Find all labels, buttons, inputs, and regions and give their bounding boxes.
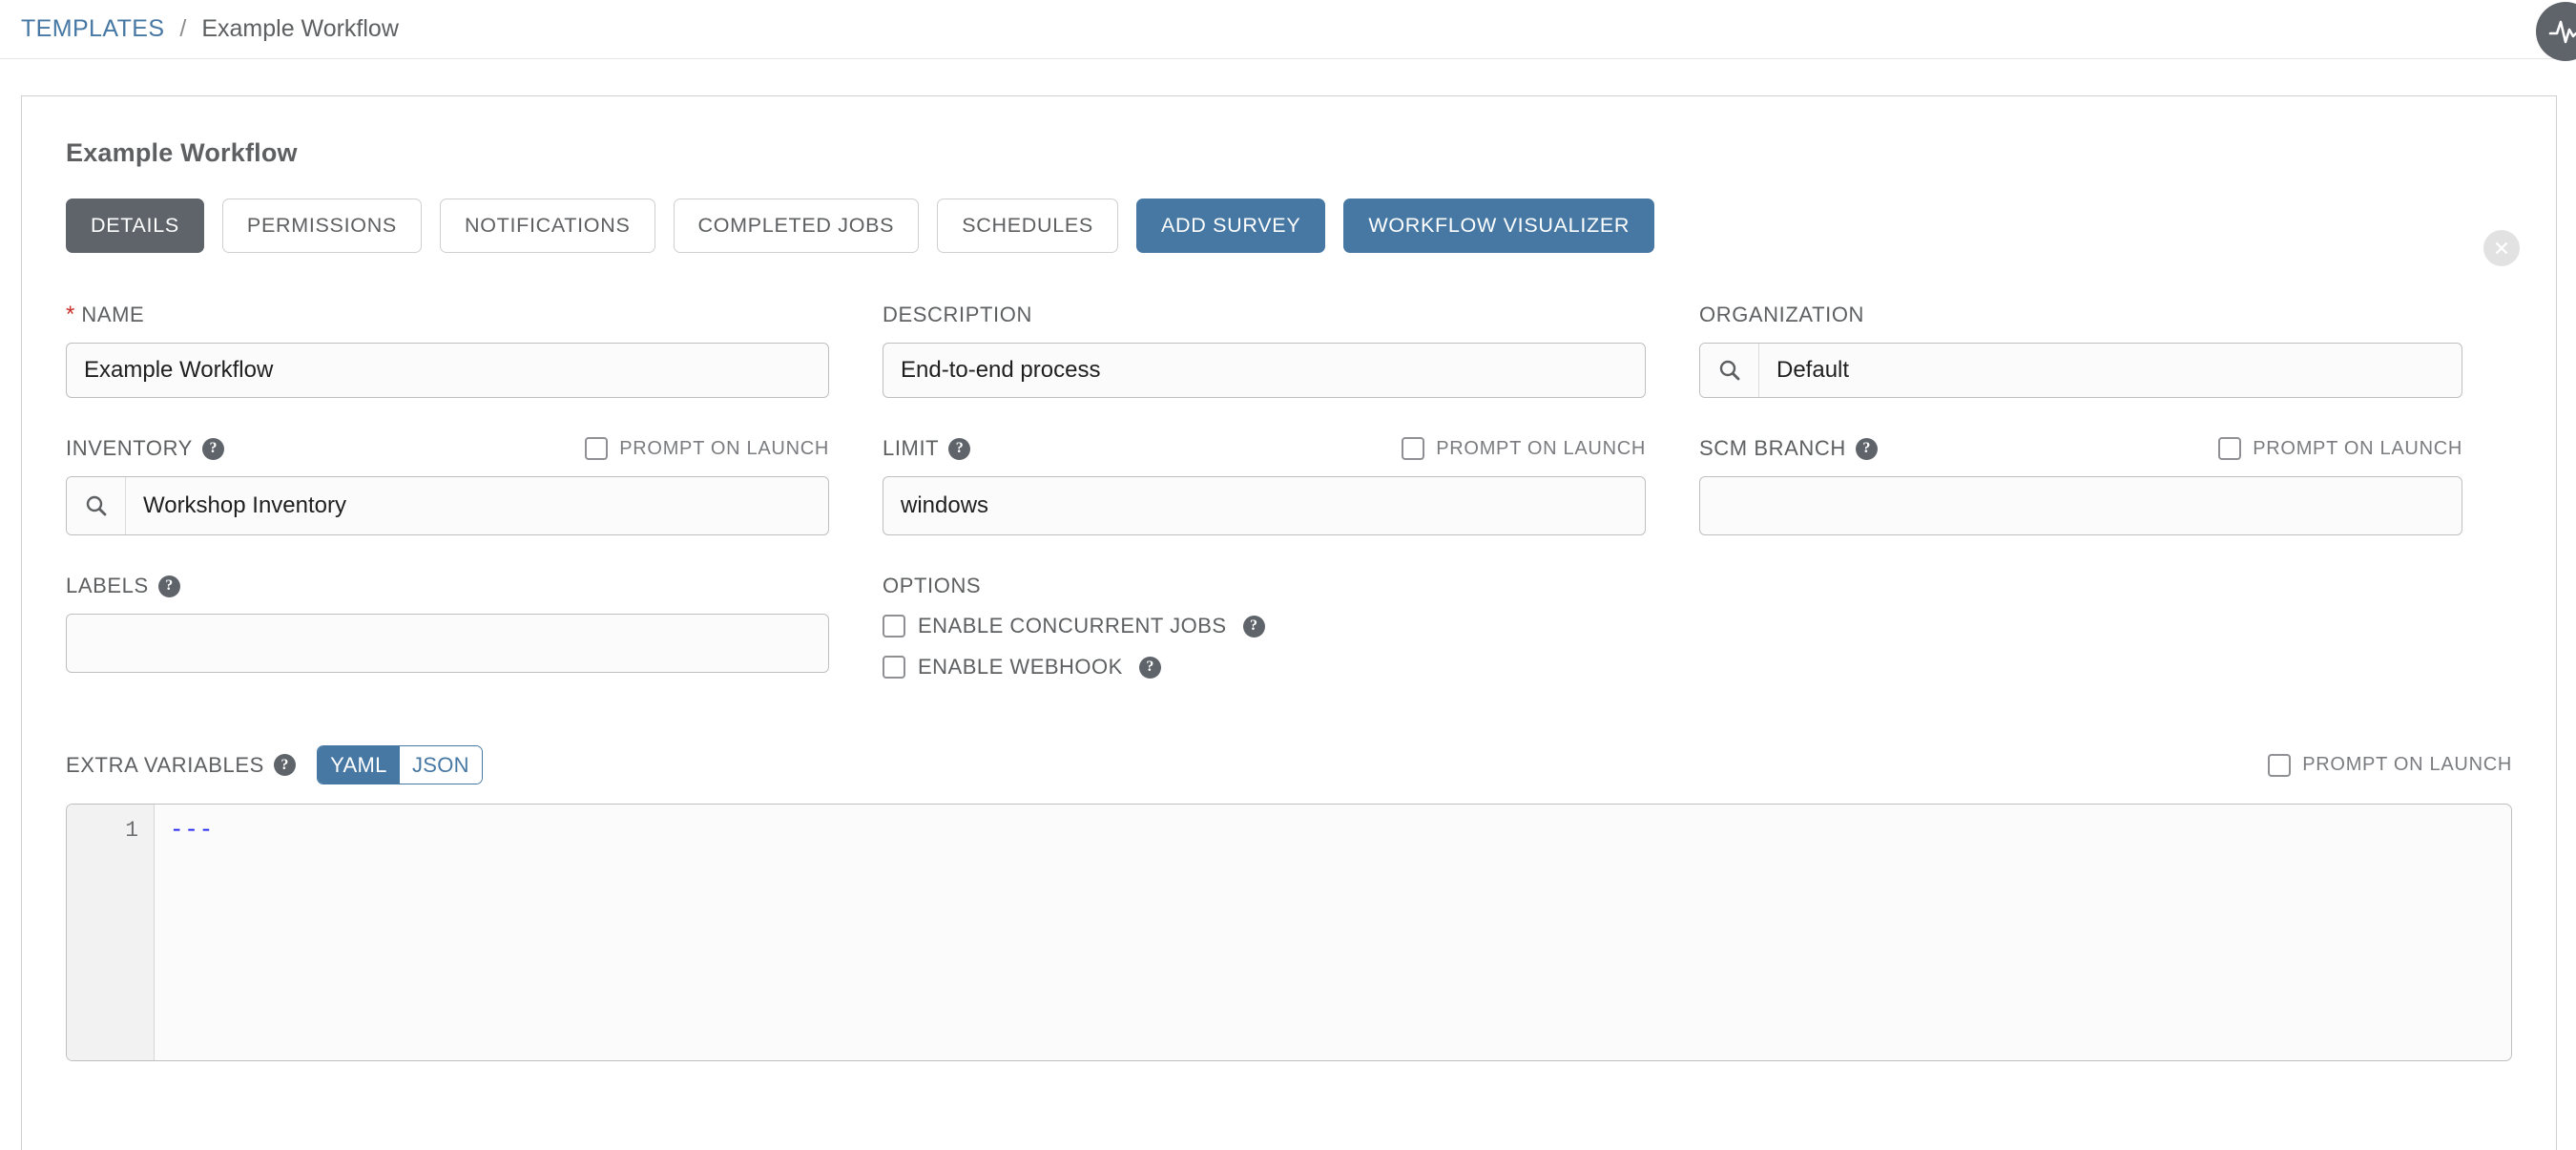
inventory-prompt-label: PROMPT ON LAUNCH — [619, 437, 829, 459]
name-label: NAME — [81, 303, 145, 326]
enable-webhook-checkbox[interactable] — [883, 656, 905, 679]
help-icon[interactable]: ? — [1138, 656, 1161, 679]
options-group: OPTIONS ENABLE CONCURRENT JOBS ? ENABLE … — [883, 572, 1646, 696]
enable-concurrent-jobs-label: ENABLE CONCURRENT JOBS — [918, 614, 1227, 638]
tab-permissions[interactable]: PERMISSIONS — [221, 199, 422, 253]
help-icon[interactable]: ? — [1242, 615, 1265, 638]
options-label: OPTIONS — [883, 574, 982, 597]
name-input[interactable] — [66, 343, 829, 398]
description-label-line: DESCRIPTION — [883, 301, 1646, 329]
limit-input[interactable] — [883, 476, 1646, 535]
extra-variables-label: EXTRA VARIABLES — [66, 752, 264, 777]
tab-completed-jobs[interactable]: COMPLETED JOBS — [673, 199, 920, 253]
scm-branch-prompt-label: PROMPT ON LAUNCH — [2253, 437, 2462, 459]
extra-variables-prompt-checkbox[interactable] — [2268, 753, 2292, 777]
field-limit: LIMIT ? PROMPT ON LAUNCH — [883, 434, 1646, 535]
scm-branch-prompt-on-launch[interactable]: PROMPT ON LAUNCH — [2218, 437, 2462, 460]
search-icon[interactable] — [1700, 344, 1759, 397]
breadcrumb-separator: / — [179, 15, 187, 42]
extra-variables-prompt-on-launch[interactable]: PROMPT ON LAUNCH — [2268, 753, 2512, 777]
format-json-button[interactable]: JSON — [399, 746, 482, 784]
extra-variables-header: EXTRA VARIABLES ? YAML JSON PROMPT ON LA… — [66, 745, 2512, 784]
field-inventory: INVENTORY ? PROMPT ON LAUNCH — [66, 434, 829, 535]
field-scm-branch: SCM BRANCH ? PROMPT ON LAUNCH — [1699, 434, 2462, 535]
organization-lookup — [1699, 343, 2462, 398]
organization-label: ORGANIZATION — [1699, 303, 1865, 326]
scm-branch-input[interactable] — [1699, 476, 2462, 535]
field-labels: LABELS ? — [66, 572, 829, 696]
extra-variables-format-toggle: YAML JSON — [316, 745, 483, 784]
breadcrumb-bar: TEMPLATES / Example Workflow — [0, 0, 2576, 61]
format-yaml-button[interactable]: YAML — [317, 746, 400, 784]
form-row-3-empty-column — [1699, 572, 2462, 696]
inventory-label-line: INVENTORY ? PROMPT ON LAUNCH — [66, 434, 829, 463]
required-marker: * — [66, 302, 75, 327]
close-icon[interactable] — [2483, 230, 2520, 266]
limit-prompt-checkbox[interactable] — [1402, 437, 1425, 460]
tab-notifications[interactable]: NOTIFICATIONS — [439, 199, 655, 253]
organization-input[interactable] — [1759, 344, 2462, 397]
extra-variables-editor[interactable]: 1 --- — [66, 804, 2512, 1061]
limit-label: LIMIT — [883, 436, 940, 460]
workflow-visualizer-button[interactable]: WORKFLOW VISUALIZER — [1343, 199, 1655, 253]
breadcrumb-templates-link[interactable]: TEMPLATES — [21, 15, 164, 43]
enable-concurrent-jobs-checkbox[interactable] — [883, 615, 905, 638]
form-row-3: LABELS ? OPTIONS ENABLE CONCURRENT JOBS … — [66, 572, 2512, 696]
editor-content[interactable]: --- — [155, 805, 2511, 1060]
name-label-line: * NAME — [66, 301, 829, 329]
option-enable-webhook[interactable]: ENABLE WEBHOOK ? — [883, 655, 1646, 680]
extra-variables-prompt-label: PROMPT ON LAUNCH — [2302, 754, 2512, 775]
limit-prompt-on-launch[interactable]: PROMPT ON LAUNCH — [1402, 437, 1646, 460]
enable-webhook-label: ENABLE WEBHOOK — [918, 655, 1123, 679]
card-header: Example Workflow — [22, 96, 2556, 168]
extra-variables-section: EXTRA VARIABLES ? YAML JSON PROMPT ON LA… — [22, 745, 2556, 1061]
help-icon[interactable]: ? — [948, 437, 971, 460]
workflow-template-card: Example Workflow DETAILS PERMISSIONS NOT… — [21, 95, 2557, 1150]
option-enable-concurrent-jobs[interactable]: ENABLE CONCURRENT JOBS ? — [883, 614, 1646, 638]
limit-prompt-label: PROMPT ON LAUNCH — [1436, 437, 1646, 459]
tab-bar: DETAILS PERMISSIONS NOTIFICATIONS COMPLE… — [22, 168, 2556, 253]
breadcrumb-current: Example Workflow — [201, 15, 399, 42]
add-survey-button[interactable]: ADD SURVEY — [1135, 199, 1326, 253]
page-title: Example Workflow — [66, 138, 298, 167]
details-form: * NAME DESCRIPTION ORGANIZATION — [22, 301, 2556, 696]
form-row-1: * NAME DESCRIPTION ORGANIZATION — [66, 301, 2512, 398]
scm-branch-label: SCM BRANCH — [1699, 436, 1846, 460]
help-icon[interactable]: ? — [1855, 437, 1878, 460]
field-name: * NAME — [66, 301, 829, 398]
editor-line-numbers: 1 — [67, 805, 155, 1060]
help-icon[interactable]: ? — [201, 437, 224, 460]
labels-label-line: LABELS ? — [66, 572, 829, 600]
scm-branch-label-line: SCM BRANCH ? PROMPT ON LAUNCH — [1699, 434, 2462, 463]
inventory-prompt-on-launch[interactable]: PROMPT ON LAUNCH — [585, 437, 829, 460]
help-icon[interactable]: ? — [157, 575, 180, 597]
search-icon[interactable] — [67, 477, 126, 534]
limit-label-line: LIMIT ? PROMPT ON LAUNCH — [883, 434, 1646, 463]
tab-details[interactable]: DETAILS — [66, 199, 204, 253]
labels-label: LABELS — [66, 574, 149, 597]
scm-branch-prompt-checkbox[interactable] — [2218, 437, 2242, 460]
help-icon[interactable]: ? — [273, 754, 296, 776]
inventory-label: INVENTORY — [66, 436, 193, 460]
inventory-input[interactable] — [126, 477, 828, 534]
field-description: DESCRIPTION — [883, 301, 1646, 398]
inventory-lookup — [66, 476, 829, 535]
inventory-prompt-checkbox[interactable] — [585, 437, 609, 460]
labels-input[interactable] — [66, 614, 829, 673]
field-organization: ORGANIZATION — [1699, 301, 2462, 398]
activity-pulse-icon[interactable] — [2536, 2, 2576, 61]
tab-schedules[interactable]: SCHEDULES — [937, 199, 1118, 253]
description-input[interactable] — [883, 343, 1646, 398]
options-label-line: OPTIONS — [883, 572, 1646, 600]
description-label: DESCRIPTION — [883, 303, 1032, 326]
organization-label-line: ORGANIZATION — [1699, 301, 2462, 329]
form-row-2: INVENTORY ? PROMPT ON LAUNCH Workshop In… — [66, 434, 2512, 535]
